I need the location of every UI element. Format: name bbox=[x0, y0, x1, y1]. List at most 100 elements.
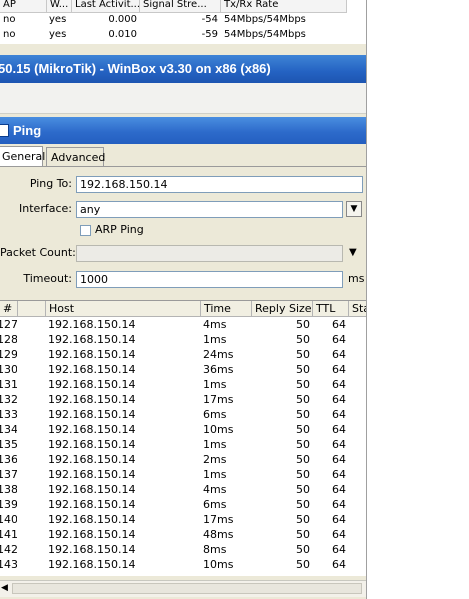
cell-time: 1ms bbox=[203, 438, 227, 451]
cell-reply-size: 50 bbox=[296, 423, 310, 436]
table-row[interactable]: 133 192.168.150.14 6ms 50 64 bbox=[0, 407, 367, 422]
col-header-txrx-rate[interactable]: Tx/Rx Rate bbox=[221, 0, 347, 13]
col-header-signal-strength[interactable]: Signal Stre... bbox=[140, 0, 221, 13]
col-header-status[interactable]: Sta bbox=[349, 301, 367, 317]
cell-reply-size: 50 bbox=[296, 363, 310, 376]
cell-time: 4ms bbox=[203, 318, 227, 331]
chevron-down-icon[interactable]: ▼ bbox=[349, 245, 357, 261]
cell-reply-size: 50 bbox=[296, 558, 310, 571]
table-row[interactable]: 131 192.168.150.14 1ms 50 64 bbox=[0, 377, 367, 392]
cell-reply-size: 50 bbox=[296, 468, 310, 481]
cell-reply-size: 50 bbox=[296, 498, 310, 511]
table-row[interactable]: 142 192.168.150.14 8ms 50 64 bbox=[0, 542, 367, 557]
cell-host: 192.168.150.14 bbox=[48, 363, 136, 376]
ping-window-title-bar[interactable]: Ping bbox=[0, 117, 367, 144]
cell-time: 2ms bbox=[203, 453, 227, 466]
table-row[interactable]: 137 192.168.150.14 1ms 50 64 bbox=[0, 467, 367, 482]
col-header-w[interactable]: W... bbox=[47, 0, 72, 13]
horizontal-scrollbar[interactable]: ◀ bbox=[0, 580, 367, 597]
col-header-host[interactable]: Host bbox=[46, 301, 201, 317]
col-header-number[interactable]: # bbox=[0, 301, 18, 317]
cell-host: 192.168.150.14 bbox=[48, 543, 136, 556]
cell-number: 127 bbox=[0, 318, 17, 331]
table-row[interactable]: 135 192.168.150.14 1ms 50 64 bbox=[0, 437, 367, 452]
cell-number: 140 bbox=[0, 513, 17, 526]
col-header-ttl[interactable]: TTL bbox=[313, 301, 349, 317]
cell-w: yes bbox=[49, 29, 67, 40]
cell-time: 10ms bbox=[203, 558, 234, 571]
chevron-down-icon[interactable]: ▼ bbox=[346, 201, 362, 217]
tab-divider bbox=[0, 166, 367, 167]
table-row[interactable]: 139 192.168.150.14 6ms 50 64 bbox=[0, 497, 367, 512]
table-row[interactable]: 129 192.168.150.14 24ms 50 64 bbox=[0, 347, 367, 362]
cell-time: 6ms bbox=[203, 408, 227, 421]
cell-number: 141 bbox=[0, 528, 17, 541]
cell-time: 36ms bbox=[203, 363, 234, 376]
cell-reply-size: 50 bbox=[296, 483, 310, 496]
cell-reply-size: 50 bbox=[296, 528, 310, 541]
table-row[interactable]: 132 192.168.150.14 17ms 50 64 bbox=[0, 392, 367, 407]
col-header-ap[interactable]: AP bbox=[0, 0, 47, 13]
packet-count-label: Packet Count: bbox=[0, 246, 76, 259]
scroll-left-icon[interactable]: ◀ bbox=[1, 583, 8, 593]
cell-reply-size: 50 bbox=[296, 408, 310, 421]
cell-number: 130 bbox=[0, 363, 17, 376]
table-row[interactable]: 141 192.168.150.14 48ms 50 64 bbox=[0, 527, 367, 542]
cell-time: 10ms bbox=[203, 423, 234, 436]
cell-ttl: 64 bbox=[332, 453, 346, 466]
cell-time: 8ms bbox=[203, 543, 227, 556]
col-header-flags[interactable] bbox=[18, 301, 46, 317]
table-row[interactable]: 134 192.168.150.14 10ms 50 64 bbox=[0, 422, 367, 437]
tab-general[interactable]: General bbox=[0, 146, 46, 167]
ping-to-field[interactable]: 192.168.150.14 bbox=[76, 176, 363, 193]
table-row[interactable]: 128 192.168.150.14 1ms 50 64 bbox=[0, 332, 367, 347]
cell-ttl: 64 bbox=[332, 483, 346, 496]
cell-reply-size: 50 bbox=[296, 378, 310, 391]
col-header-last-activity[interactable]: Last Activit... bbox=[72, 0, 140, 13]
cell-ttl: 64 bbox=[332, 513, 346, 526]
table-row[interactable]: 130 192.168.150.14 36ms 50 64 bbox=[0, 362, 367, 377]
packet-count-field[interactable] bbox=[76, 245, 343, 262]
cell-host: 192.168.150.14 bbox=[48, 408, 136, 421]
cell-ttl: 64 bbox=[332, 348, 346, 361]
cell-ttl: 64 bbox=[332, 333, 346, 346]
table-row[interactable]: 136 192.168.150.14 2ms 50 64 bbox=[0, 452, 367, 467]
cell-host: 192.168.150.14 bbox=[48, 318, 136, 331]
table-row[interactable]: 127 192.168.150.14 4ms 50 64 bbox=[0, 317, 367, 332]
col-header-reply-size[interactable]: Reply Size bbox=[252, 301, 313, 317]
cell-host: 192.168.150.14 bbox=[48, 513, 136, 526]
cell-ttl: 64 bbox=[332, 438, 346, 451]
cell-number: 142 bbox=[0, 543, 17, 556]
tab-advanced[interactable]: Advanced bbox=[46, 147, 105, 167]
cell-number: 133 bbox=[0, 408, 17, 421]
cell-number: 139 bbox=[0, 498, 17, 511]
winbox-app: AP W... Last Activit... Signal Stre... T… bbox=[0, 0, 367, 599]
scroll-thumb[interactable] bbox=[12, 583, 362, 594]
cell-ttl: 64 bbox=[332, 423, 346, 436]
cell-number: 128 bbox=[0, 333, 17, 346]
cell-last-activity: 0.000 bbox=[108, 14, 137, 25]
col-header-time[interactable]: Time bbox=[201, 301, 252, 317]
table-row[interactable]: 138 192.168.150.14 4ms 50 64 bbox=[0, 482, 367, 497]
cell-ttl: 64 bbox=[332, 318, 346, 331]
ping-to-label: Ping To: bbox=[29, 177, 72, 190]
cell-time: 48ms bbox=[203, 528, 234, 541]
winbox-title-bar[interactable]: 50.15 (MikroTik) - WinBox v3.30 on x86 (… bbox=[0, 55, 367, 83]
window-icon bbox=[0, 124, 9, 137]
interface-label: Interface: bbox=[19, 202, 72, 215]
timeout-field[interactable]: 1000 bbox=[76, 271, 343, 288]
arp-ping-checkbox[interactable] bbox=[80, 225, 91, 236]
cell-time: 17ms bbox=[203, 513, 234, 526]
cell-time: 4ms bbox=[203, 483, 227, 496]
cell-ttl: 64 bbox=[332, 393, 346, 406]
table-row[interactable]: 143 192.168.150.14 10ms 50 64 bbox=[0, 557, 367, 572]
cell-host: 192.168.150.14 bbox=[48, 558, 136, 571]
cell-ap: no bbox=[3, 14, 16, 25]
cell-ttl: 64 bbox=[332, 408, 346, 421]
ping-window-title: Ping bbox=[13, 123, 42, 138]
cell-ttl: 64 bbox=[332, 498, 346, 511]
cell-time: 1ms bbox=[203, 378, 227, 391]
table-row[interactable]: 140 192.168.150.14 17ms 50 64 bbox=[0, 512, 367, 527]
interface-select[interactable]: any bbox=[76, 201, 343, 218]
tab-general-label: General bbox=[2, 150, 46, 163]
